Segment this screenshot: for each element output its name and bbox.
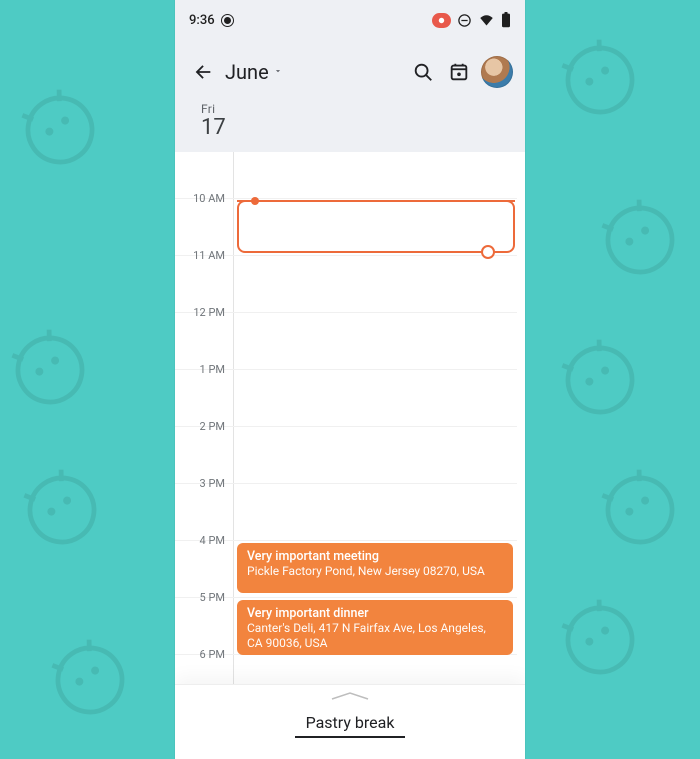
hour-label: 3 PM bbox=[175, 477, 225, 490]
day-number: 17 bbox=[201, 116, 513, 140]
hour-label: 11 AM bbox=[175, 249, 225, 262]
status-wifi-icon bbox=[478, 13, 495, 28]
status-time: 9:36 bbox=[189, 13, 215, 28]
today-button[interactable] bbox=[441, 61, 477, 83]
calendar-event[interactable]: Very important dinnerCanter's Deli, 417 … bbox=[237, 600, 513, 655]
hour-label: 6 PM bbox=[175, 648, 225, 661]
event-location: Canter's Deli, 417 N Fairfax Ave, Los An… bbox=[247, 621, 503, 651]
back-button[interactable] bbox=[187, 61, 219, 83]
hour-row[interactable]: 3 PM bbox=[175, 483, 517, 541]
status-battery-icon bbox=[501, 12, 511, 28]
new-event-sheet[interactable]: Pastry break bbox=[175, 684, 525, 759]
status-screen-record-icon bbox=[432, 13, 451, 28]
bg-mascot bbox=[544, 24, 655, 135]
bg-mascot bbox=[584, 184, 695, 295]
hour-label: 12 PM bbox=[175, 306, 225, 319]
hour-label: 5 PM bbox=[175, 591, 225, 604]
bg-mascot bbox=[0, 314, 106, 425]
calendar-today-icon bbox=[448, 61, 470, 83]
bg-mascot bbox=[584, 454, 695, 565]
phone-frame: 9:36 June bbox=[175, 0, 525, 759]
search-button[interactable] bbox=[405, 61, 441, 83]
draft-event-block[interactable] bbox=[237, 200, 515, 253]
status-recording-icon bbox=[221, 14, 234, 27]
day-label: Fri 17 bbox=[187, 96, 513, 152]
hour-row[interactable]: 12 PM bbox=[175, 312, 517, 370]
event-title: Very important meeting bbox=[247, 549, 503, 564]
now-indicator-line bbox=[237, 200, 515, 202]
hour-label: 10 AM bbox=[175, 192, 225, 205]
arrow-left-icon bbox=[192, 61, 214, 83]
event-location: Pickle Factory Pond, New Jersey 08270, U… bbox=[247, 564, 503, 579]
hour-label: 2 PM bbox=[175, 420, 225, 433]
search-icon bbox=[412, 61, 434, 83]
now-indicator-dot bbox=[251, 197, 259, 205]
status-bar: 9:36 bbox=[175, 0, 525, 40]
sheet-handle-icon bbox=[330, 691, 370, 701]
draft-resize-handle[interactable] bbox=[481, 245, 495, 259]
day-of-week: Fri bbox=[201, 102, 513, 116]
sheet-drag-handle[interactable] bbox=[330, 691, 370, 701]
month-picker[interactable]: June bbox=[225, 60, 283, 84]
event-title-input[interactable]: Pastry break bbox=[295, 711, 405, 738]
account-avatar[interactable] bbox=[481, 56, 513, 88]
calendar-event[interactable]: Very important meetingPickle Factory Pon… bbox=[237, 543, 513, 593]
hour-row[interactable]: 2 PM bbox=[175, 426, 517, 484]
app-header: June Fri 17 bbox=[175, 40, 525, 152]
month-label: June bbox=[225, 60, 269, 84]
chevron-down-icon bbox=[273, 66, 283, 79]
bg-mascot bbox=[4, 74, 115, 185]
event-title-value: Pastry break bbox=[306, 713, 395, 732]
day-timeline[interactable]: 10 AM11 AM12 PM1 PM2 PM3 PM4 PM5 PM6 PMV… bbox=[175, 152, 525, 687]
hour-label: 1 PM bbox=[175, 363, 225, 376]
hour-label: 4 PM bbox=[175, 534, 225, 547]
bg-mascot bbox=[34, 624, 145, 735]
event-title: Very important dinner bbox=[247, 606, 503, 621]
status-dnd-icon bbox=[457, 13, 472, 28]
bg-mascot bbox=[6, 454, 117, 565]
hour-row[interactable]: 1 PM bbox=[175, 369, 517, 427]
bg-mascot bbox=[544, 324, 655, 435]
bg-mascot bbox=[544, 584, 655, 695]
hour-row[interactable]: 11 AM bbox=[175, 255, 517, 313]
